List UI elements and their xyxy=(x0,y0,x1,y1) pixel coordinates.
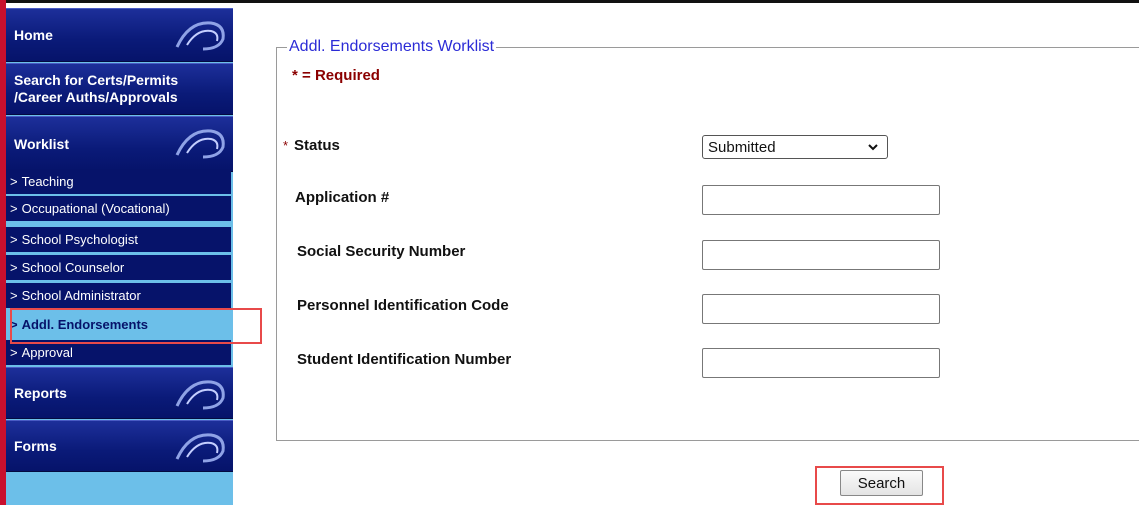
swirl-icon xyxy=(175,380,225,410)
status-required-star: * xyxy=(283,138,289,153)
worklist-item-label: School Administrator xyxy=(21,288,141,303)
arrow-icon: > xyxy=(10,260,18,275)
chevron-down-icon xyxy=(868,144,878,151)
nav-search-certs[interactable]: Search for Certs/Permits /Career Auths/A… xyxy=(6,63,233,115)
required-text: = Required xyxy=(297,67,380,84)
fieldset-legend: Addl. Endorsements Worklist xyxy=(287,38,497,56)
status-selected-value: Submitted xyxy=(708,138,776,156)
personnel-id-input[interactable] xyxy=(702,294,940,324)
worklist-item-approval[interactable]: > Approval xyxy=(6,340,231,366)
status-select[interactable]: Submitted xyxy=(702,135,888,159)
nav-search-line2: /Career Auths/Approvals xyxy=(14,89,178,105)
status-label: Status xyxy=(294,137,340,154)
worklist-item-label: School Psychologist xyxy=(21,232,138,247)
required-note: * = Required xyxy=(292,67,380,84)
nav-worklist[interactable]: Worklist xyxy=(6,116,233,172)
personnel-id-label: Personnel Identification Code xyxy=(297,297,509,314)
worklist-item-label: Teaching xyxy=(21,174,74,189)
nav-search-certs-label: Search for Certs/Permits /Career Auths/A… xyxy=(14,72,178,106)
worklist-item-addl-endorsements[interactable]: > Addl. Endorsements xyxy=(6,312,231,338)
ssn-input[interactable] xyxy=(702,240,940,270)
worklist-item-label: Addl. Endorsements xyxy=(21,317,149,332)
nav-worklist-label: Worklist xyxy=(14,136,69,152)
arrow-icon: > xyxy=(10,174,18,189)
student-id-input[interactable] xyxy=(702,348,940,378)
nav-home[interactable]: Home xyxy=(6,8,233,62)
student-id-label: Student Identification Number xyxy=(297,351,512,368)
nav-forms-label: Forms xyxy=(14,438,57,454)
nav-home-label: Home xyxy=(14,27,53,43)
search-button[interactable]: Search xyxy=(840,470,923,496)
swirl-icon xyxy=(175,21,225,51)
nav-search-line1: Search for Certs/Permits xyxy=(14,72,179,88)
arrow-icon: > xyxy=(10,317,18,332)
arrow-icon: > xyxy=(10,345,18,360)
arrow-icon: > xyxy=(10,288,18,303)
worklist-item-school-counselor[interactable]: > School Counselor xyxy=(6,255,231,281)
worklist-item-school-administrator[interactable]: > School Administrator xyxy=(6,283,231,309)
worklist-item-teaching[interactable]: > Teaching xyxy=(6,169,231,195)
worklist-item-school-psychologist[interactable]: > School Psychologist xyxy=(6,227,231,253)
swirl-icon xyxy=(175,129,225,159)
nav-reports-label: Reports xyxy=(14,385,67,401)
nav-forms[interactable]: Forms xyxy=(6,420,233,472)
worklist-item-label: Approval xyxy=(21,345,73,360)
application-number-input[interactable] xyxy=(702,185,940,215)
swirl-icon xyxy=(175,433,225,463)
worklist-item-occupational[interactable]: > Occupational (Vocational) xyxy=(6,196,231,222)
application-number-label: Application # xyxy=(295,189,390,206)
ssn-label: Social Security Number xyxy=(297,243,466,260)
sidebar: Home Search for Certs/Permits /Career Au… xyxy=(6,8,233,505)
worklist-item-label: Occupational (Vocational) xyxy=(21,201,170,216)
top-border xyxy=(0,0,1139,3)
worklist-item-label: School Counselor xyxy=(21,260,125,275)
arrow-icon: > xyxy=(10,201,18,216)
nav-reports[interactable]: Reports xyxy=(6,367,233,419)
arrow-icon: > xyxy=(10,232,18,247)
